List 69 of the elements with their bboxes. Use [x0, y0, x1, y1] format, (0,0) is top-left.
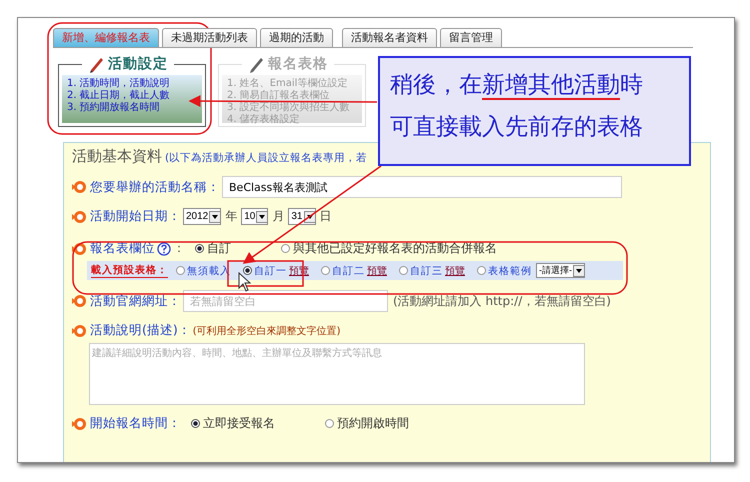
- hint-text: (活動網址請加入 http://，若無請留空白): [393, 292, 611, 310]
- option-label: 自訂: [207, 240, 231, 257]
- pencil-icon: [248, 55, 264, 73]
- radio-button[interactable]: [399, 266, 408, 275]
- step-title: 活動設定: [108, 55, 168, 73]
- step-item: 3. 預約開放報名時間: [67, 102, 161, 114]
- callout-text: 可直接載入先前存的表格: [390, 113, 644, 142]
- step-card[interactable]: 活動設定 1. 活動時間，活動說明 2. 截止日期，截止人數 3. 預約開放報名時間: [58, 55, 206, 127]
- mouse-cursor-icon: [238, 272, 252, 292]
- radio-button[interactable]: [281, 244, 290, 253]
- dropdown[interactable]: -請選擇-: [536, 263, 585, 278]
- radio-button[interactable]: [477, 266, 486, 275]
- tab[interactable]: 活動報名者資料: [342, 28, 437, 47]
- option-label: 自訂三: [410, 264, 443, 278]
- tab[interactable]: 過期的活動: [260, 28, 333, 47]
- unit-label: 日: [320, 208, 332, 225]
- description-field[interactable]: 建議詳細說明活動內容、時間、地點、主辦單位及聯繫方式等訊息: [89, 343, 585, 405]
- step-item: 1. 姓名、Email等欄位設定: [227, 78, 348, 90]
- field-label: 您要舉辦的活動名稱：: [90, 178, 220, 196]
- option-label: 自訂一: [254, 264, 287, 278]
- text-field[interactable]: BeClass報名表測試: [222, 176, 622, 198]
- preview-link[interactable]: 預覽: [367, 264, 387, 278]
- dropdown-arrow-icon: [573, 264, 584, 276]
- option-label: 自訂二: [332, 264, 365, 278]
- dropdown-arrow-icon: [256, 210, 268, 222]
- hint-text: (可利用全形空白來調整文字位置): [192, 324, 341, 338]
- dropdown[interactable]: 10: [241, 208, 268, 225]
- unit-label: 年: [225, 208, 238, 225]
- option-label: 表格範例: [488, 264, 532, 278]
- radio-button[interactable]: [325, 419, 334, 428]
- bullet-icon: [72, 293, 88, 309]
- field-label: 活動開始日期：: [90, 208, 181, 225]
- radio-button[interactable]: [191, 419, 200, 428]
- step-item: 2. 截止日期，截止人數: [67, 90, 171, 102]
- step-item: 4. 儲存表格設定: [227, 114, 301, 126]
- field-label: 活動官網網址：: [90, 292, 181, 310]
- step-item: 1. 活動時間，活動說明: [67, 78, 171, 90]
- field-label: 開始報名時間：: [90, 415, 181, 432]
- preset-label: 載入預設表格：: [91, 263, 168, 278]
- option-label: 立即接受報名: [203, 415, 275, 432]
- bullet-icon: [72, 240, 88, 256]
- unit-label: 月: [272, 208, 284, 225]
- callout-text: 稍後，在新增其他活動時: [390, 71, 644, 102]
- step-title: 報名表格: [268, 55, 328, 73]
- step-item: 2. 簡易自訂報名表欄位: [227, 90, 331, 102]
- radio-button[interactable]: [176, 266, 185, 275]
- step-item: 3. 設定不同場次與招生人數: [227, 102, 351, 114]
- section-title: 活動基本資料: [72, 147, 162, 166]
- bullet-icon: [72, 416, 88, 432]
- bullet-icon: [72, 322, 88, 338]
- field-label: 報名表欄位: [90, 240, 155, 257]
- preview-link[interactable]: 預覽: [445, 264, 465, 278]
- radio-button[interactable]: [195, 244, 204, 253]
- tab[interactable]: 留言管理: [440, 28, 502, 47]
- field-label: 活動說明(描述)：: [90, 322, 191, 339]
- bullet-icon: [72, 208, 88, 224]
- tab[interactable]: 未過期活動列表: [162, 28, 257, 47]
- colon-label: ：: [173, 240, 185, 257]
- section-note: (以下為活動承辦人員設立報名表專用，若: [165, 151, 368, 165]
- bullet-icon: [72, 179, 88, 195]
- option-label: 預約開啟時間: [337, 415, 409, 432]
- dropdown-arrow-icon: [209, 210, 220, 222]
- dropdown[interactable]: 2012: [183, 208, 222, 225]
- dropdown[interactable]: 31: [288, 208, 316, 225]
- radio-button[interactable]: [321, 266, 330, 275]
- url-field[interactable]: 若無請留空白: [183, 290, 388, 312]
- option-label: 與其他已設定好報名表的活動合併報名: [293, 240, 497, 257]
- radio-button[interactable]: [243, 266, 252, 275]
- pencil-icon: [88, 55, 104, 73]
